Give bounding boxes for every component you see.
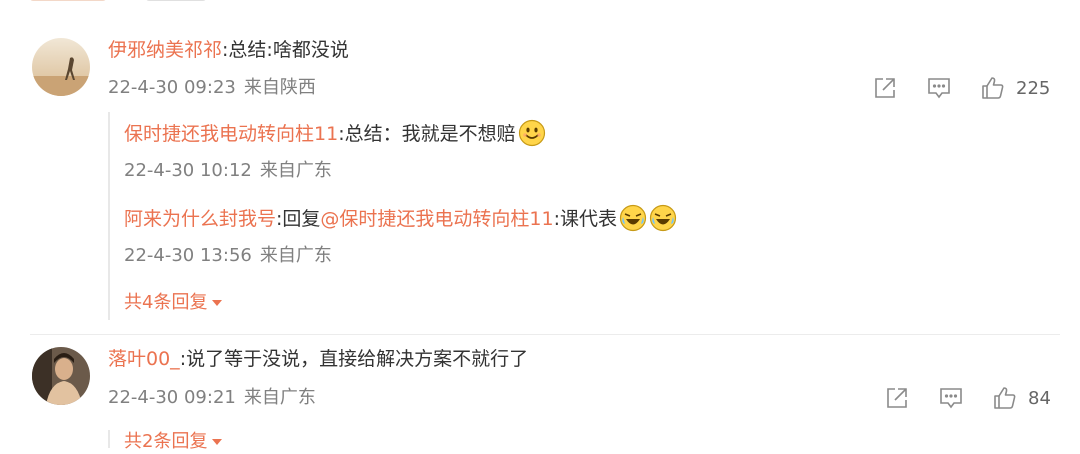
location: 来自广东 xyxy=(243,387,316,408)
reply-text: :总结：我就是不想赔 xyxy=(338,123,516,145)
cutoff-text xyxy=(146,0,206,1)
laugh-cry-emoji xyxy=(649,204,677,232)
cutoff-username xyxy=(30,0,106,1)
username[interactable]: 落叶00_ xyxy=(108,348,180,370)
replies-border xyxy=(108,112,112,320)
comment-text: :总结:啥都没说 xyxy=(222,39,349,61)
caret-down-icon xyxy=(212,300,223,306)
more-replies-label[interactable]: 共2条回复 xyxy=(124,431,207,452)
reply-text: :课代表 xyxy=(553,208,618,230)
comment-2-actions: 84 xyxy=(884,384,1051,412)
location: 来自广东 xyxy=(259,245,332,266)
reply-meta: 22-4-30 10:12 来自广东 xyxy=(124,159,332,183)
thumbs-up-icon[interactable] xyxy=(992,385,1018,411)
reply-meta: 22-4-30 13:56 来自广东 xyxy=(124,244,332,268)
reply-prefix: :回复 xyxy=(276,208,321,230)
location: 来自陕西 xyxy=(243,77,316,98)
reply-1-line: 保时捷还我电动转向柱11:总结：我就是不想赔 xyxy=(124,119,546,147)
reply-2-line: 阿来为什么封我号:回复@保时捷还我电动转向柱11:课代表 xyxy=(124,204,677,232)
comment-1-line: 伊邪纳美祁祁:总结:啥都没说 xyxy=(108,37,349,63)
username[interactable]: 伊邪纳美祁祁 xyxy=(108,39,222,61)
comment-meta: 22-4-30 09:23 来自陕西 xyxy=(108,76,316,100)
mention-link[interactable]: @保时捷还我电动转向柱11 xyxy=(320,208,553,230)
comment-2-line: 落叶00_:说了等于没说，直接给解决方案不就行了 xyxy=(108,346,528,372)
more-replies-button[interactable]: 共4条回复 xyxy=(124,291,223,315)
reply-username[interactable]: 保时捷还我电动转向柱11 xyxy=(124,123,338,145)
share-icon[interactable] xyxy=(872,75,898,101)
location: 来自广东 xyxy=(259,160,332,181)
timestamp: 22-4-30 09:21 xyxy=(108,387,236,408)
reply-username[interactable]: 阿来为什么封我号 xyxy=(124,208,276,230)
comment-icon[interactable] xyxy=(938,385,964,411)
smile-emoji xyxy=(518,119,546,147)
like-count: 225 xyxy=(1016,77,1051,99)
comment-1-actions: 225 xyxy=(872,74,1050,102)
comment-meta: 22-4-30 09:21 来自广东 xyxy=(108,386,316,410)
like-count: 84 xyxy=(1028,387,1051,409)
comment-icon[interactable] xyxy=(926,75,952,101)
replies-border xyxy=(108,430,112,448)
caret-down-icon xyxy=(212,439,223,445)
share-icon[interactable] xyxy=(884,385,910,411)
more-replies-button[interactable]: 共2条回复 xyxy=(124,430,223,454)
more-replies-label[interactable]: 共4条回复 xyxy=(124,292,207,313)
timestamp: 22-4-30 13:56 xyxy=(124,245,252,266)
timestamp: 22-4-30 10:12 xyxy=(124,160,252,181)
laugh-cry-emoji xyxy=(619,204,647,232)
comment-text: :说了等于没说，直接给解决方案不就行了 xyxy=(179,348,529,370)
avatar[interactable] xyxy=(32,347,90,405)
thumbs-up-icon[interactable] xyxy=(980,75,1006,101)
avatar[interactable] xyxy=(32,38,90,96)
previous-comment-cutoff xyxy=(30,0,206,6)
timestamp: 22-4-30 09:23 xyxy=(108,77,236,98)
comment-divider xyxy=(30,334,1060,335)
